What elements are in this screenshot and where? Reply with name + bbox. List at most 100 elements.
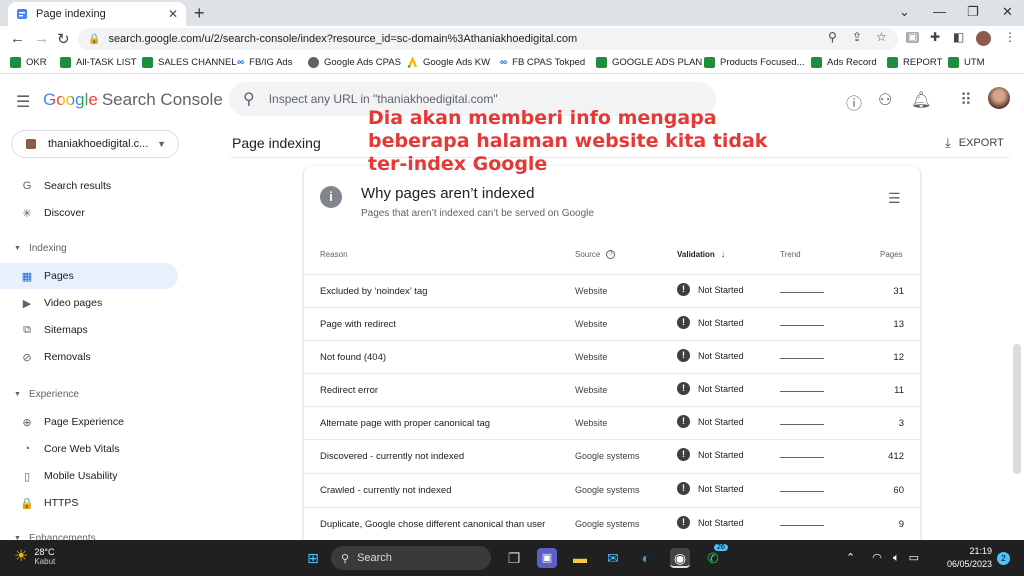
tab-search-icon[interactable]: ⌄ xyxy=(899,4,910,20)
bookmark-sales-channel[interactable]: SALES CHANNEL xyxy=(142,57,237,68)
help-icon[interactable]: ? xyxy=(606,250,616,259)
info-icon: i xyxy=(320,186,342,208)
reload-icon[interactable]: ↻ xyxy=(57,30,70,48)
pages-cell: 13 xyxy=(893,319,904,330)
sidebar-item-removals[interactable]: ⊘ Removals xyxy=(0,344,178,370)
close-window-icon[interactable]: ✕ xyxy=(1002,4,1013,20)
manage-users-icon[interactable]: ⚇ xyxy=(878,90,892,110)
section-indexing[interactable]: ▼ Indexing xyxy=(14,243,67,254)
bookmark-google-ads-plan[interactable]: GOOGLE ADS PLAN xyxy=(596,57,702,68)
side-panel-icon[interactable]: ◧ xyxy=(953,30,964,44)
column-header-pages[interactable]: Pages xyxy=(880,250,903,259)
table-row[interactable]: Discovered - currently not indexed Googl… xyxy=(304,439,920,472)
forward-icon[interactable]: → xyxy=(34,30,49,47)
table-row[interactable]: Redirect error Website ! Not Started 11 xyxy=(304,373,920,406)
account-avatar[interactable] xyxy=(988,87,1010,109)
filter-icon[interactable]: ☰ xyxy=(888,190,901,207)
clock[interactable]: 21:19 06/05/2023 xyxy=(944,545,992,571)
bookmark-fb-ig-ads[interactable]: ∞ FB/IG Ads xyxy=(237,57,292,68)
taskbar-search[interactable]: ⚲ Search xyxy=(331,546,491,570)
source-cell: Website xyxy=(575,385,608,395)
browser-tab[interactable]: Page indexing ✕ xyxy=(8,2,186,26)
extensions-puzzle-icon[interactable]: ✚ xyxy=(930,30,940,44)
page-scrollbar[interactable] xyxy=(1013,344,1021,474)
file-explorer-icon[interactable]: ▬ xyxy=(570,548,590,568)
minimize-icon[interactable]: — xyxy=(933,4,946,19)
help-icon[interactable]: ⓘ xyxy=(846,90,862,114)
column-header-source[interactable]: Source ? xyxy=(575,250,616,259)
task-view-icon[interactable]: ❐ xyxy=(504,548,524,568)
sidebar-item-search-results[interactable]: G Search results xyxy=(0,173,178,199)
table-row[interactable]: Crawled - currently not indexed Google s… xyxy=(304,473,920,506)
wifi-icon[interactable]: ◠ xyxy=(872,552,882,564)
section-experience[interactable]: ▼ Experience xyxy=(14,389,79,400)
new-tab-icon[interactable]: + xyxy=(194,3,205,24)
table-row[interactable]: Duplicate, Google chose different canoni… xyxy=(304,507,920,540)
sheets-icon xyxy=(948,57,959,68)
sidebar-item-page-experience[interactable]: ⊕ Page Experience xyxy=(0,409,178,435)
column-header-validation[interactable]: Validation ↓ xyxy=(677,250,725,259)
sidebar-item-https[interactable]: 🔒 HTTPS xyxy=(0,490,178,516)
notifications-bell-icon[interactable]: 🔔︎ xyxy=(911,90,931,110)
notification-badge[interactable]: 2 xyxy=(997,552,1010,565)
weather-widget[interactable]: ☀ 28°C Kabut xyxy=(14,546,55,566)
profile-avatar[interactable] xyxy=(976,31,991,46)
sidebar-item-mobile-usability[interactable]: ▯ Mobile Usability xyxy=(0,463,178,489)
trend-sparkline xyxy=(780,358,824,359)
table-row[interactable]: Excluded by ‘noindex’ tag Website ! Not S… xyxy=(304,274,920,307)
close-tab-icon[interactable]: ✕ xyxy=(168,7,178,21)
extension-icon[interactable]: ▣ xyxy=(906,32,920,43)
bookmark-utm[interactable]: UTM xyxy=(948,57,985,68)
validation-cell: ! Not Started xyxy=(677,349,744,362)
sidebar-item-sitemaps[interactable]: ⧉ Sitemaps xyxy=(0,317,178,343)
whatsapp-icon[interactable]: ✆ xyxy=(703,548,723,568)
main-content: Page indexing ⤓ EXPORT i Why pages aren’… xyxy=(190,107,1024,566)
collapse-triangle-icon: ▼ xyxy=(14,391,21,398)
windows-start-icon[interactable]: ⊞ xyxy=(303,548,323,568)
source-cell: Website xyxy=(575,286,608,296)
alert-circle-icon: ! xyxy=(677,482,690,495)
bookmark-ads-record[interactable]: Ads Record xyxy=(811,57,877,68)
battery-icon[interactable]: ▭ xyxy=(909,552,919,564)
bookmark-google-ads-cpas[interactable]: Google Ads CPAS xyxy=(308,57,401,68)
teams-chat-icon[interactable]: ▣ xyxy=(537,548,557,568)
zoom-icon[interactable]: ⚲ xyxy=(828,30,837,44)
bookmark-okr[interactable]: OKR xyxy=(10,57,47,68)
edge-browser-icon[interactable]: ◐ xyxy=(636,548,656,568)
chrome-active-app-icon[interactable]: ◉ xyxy=(670,548,690,568)
bookmark-report[interactable]: REPORT xyxy=(887,57,942,68)
search-console-logo[interactable]: Google Search Console xyxy=(43,90,223,110)
share-icon[interactable]: ⇪ xyxy=(852,30,862,44)
column-header-trend[interactable]: Trend xyxy=(780,250,801,259)
bookmark-star-icon[interactable]: ☆ xyxy=(876,30,887,44)
sidebar-item-core-web-vitals[interactable]: ◔ Core Web Vitals xyxy=(0,436,178,462)
weather-condition: Kabut xyxy=(34,556,56,566)
sidebar-item-discover[interactable]: ✳ Discover xyxy=(0,200,178,226)
bookmark-google-ads-kw[interactable]: Google Ads KW xyxy=(407,56,490,68)
alert-circle-icon: ! xyxy=(677,283,690,296)
table-row[interactable]: Alternate page with proper canonical tag… xyxy=(304,406,920,439)
sheets-icon xyxy=(10,57,21,68)
sidebar-item-pages[interactable]: ▦ Pages xyxy=(0,263,178,289)
export-button[interactable]: ⤓ EXPORT xyxy=(945,135,1004,151)
table-row[interactable]: Not found (404) Website ! Not Started 12 xyxy=(304,340,920,373)
search-icon: ⚲ xyxy=(341,552,350,565)
tab-title: Page indexing xyxy=(36,8,106,20)
bookmark-products-focused[interactable]: Products Focused... xyxy=(704,57,804,68)
mail-icon[interactable]: ✉ xyxy=(603,548,623,568)
back-icon[interactable]: ← xyxy=(10,30,25,47)
apps-grid-icon[interactable]: ⠿ xyxy=(960,90,972,110)
browser-menu-icon[interactable]: ⋮ xyxy=(1004,30,1016,44)
table-row[interactable]: Page with redirect Website ! Not Started … xyxy=(304,307,920,340)
weather-temperature: 28°C xyxy=(34,546,55,557)
tray-overflow-icon[interactable]: ⌃ xyxy=(846,552,855,564)
bookmark-all-task-list[interactable]: All-TASK LIST xyxy=(60,57,137,68)
property-selector[interactable]: thaniakhoedigital.c... ▼ xyxy=(11,130,179,158)
column-header-reason[interactable]: Reason xyxy=(320,250,348,259)
url-field[interactable]: 🔒 search.google.com/u/2/search-console/i… xyxy=(78,28,898,50)
menu-icon[interactable]: ☰ xyxy=(16,92,30,112)
speaker-icon[interactable]: 🔈︎ xyxy=(893,552,900,564)
restore-icon[interactable]: ❐ xyxy=(967,4,979,20)
bookmark-fb-cpas-tokped[interactable]: ∞ FB CPAS Tokped xyxy=(500,57,585,68)
sidebar-item-video-pages[interactable]: ▶ Video pages xyxy=(0,290,178,316)
